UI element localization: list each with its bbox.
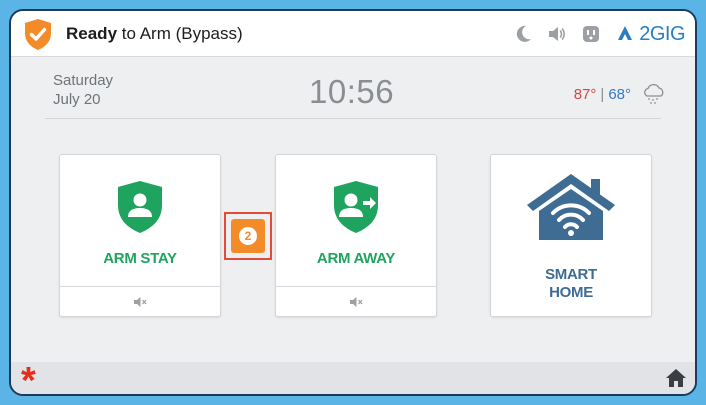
security-panel: Ready to Arm (Bypass) 2GIG Saturday July… (9, 9, 697, 396)
snow-cloud-icon (644, 84, 664, 104)
arm-status-text[interactable]: Ready to Arm (Bypass) (66, 24, 243, 44)
top-icons: 2GIG (513, 20, 685, 48)
smart-home-line1: SMART (545, 266, 597, 283)
date-day: Saturday (53, 72, 114, 89)
status-rest: to Arm (Bypass) (117, 24, 243, 43)
bottom-bar: * (11, 362, 695, 394)
home-icon[interactable] (665, 367, 687, 389)
clock-time: 10:56 (309, 73, 395, 110)
shield-person-icon (118, 181, 162, 233)
smart-home-tile[interactable]: SMART HOME (490, 154, 652, 317)
temp-low: 68° (608, 85, 631, 103)
temp-separator: | (600, 85, 605, 103)
shield-check-icon (25, 19, 51, 50)
arm-away-tile[interactable]: ARM AWAY (275, 154, 437, 317)
status-bold: Ready (66, 24, 118, 43)
mute-icon (350, 297, 363, 307)
weather-widget[interactable]: 87° | 68° (574, 83, 667, 105)
mute-icon (134, 297, 147, 307)
arm-away-label: ARM AWAY (316, 250, 396, 267)
bypass-count: 2 (239, 227, 257, 245)
moon-icon[interactable] (513, 24, 533, 44)
brand-name: 2GIG (639, 22, 685, 45)
outlet-icon[interactable] (581, 24, 601, 44)
emergency-button[interactable]: * (21, 362, 36, 394)
arm-away-mute[interactable] (276, 291, 436, 313)
header-divider (45, 118, 661, 119)
arm-stay-tile[interactable]: ARM STAY (59, 154, 221, 317)
smart-home-line2: HOME (549, 284, 593, 301)
tile-divider (60, 286, 220, 287)
tile-divider (276, 286, 436, 287)
status-bar: Ready to Arm (Bypass) 2GIG (11, 11, 695, 57)
shield-person-arrow-icon (334, 181, 378, 233)
bypass-indicator[interactable]: 2 (224, 212, 272, 260)
house-wifi-icon (527, 174, 615, 240)
speaker-icon[interactable] (547, 24, 567, 44)
arm-stay-mute[interactable] (60, 291, 220, 313)
brand-mark-icon (618, 26, 633, 40)
smart-home-label: SMART HOME (491, 266, 651, 302)
bypass-badge: 2 (231, 219, 265, 253)
brand-logo: 2GIG (615, 23, 685, 46)
date-month-day: July 20 (53, 91, 101, 108)
temp-high: 87° (573, 85, 597, 103)
arm-stay-label: ARM STAY (103, 250, 177, 267)
